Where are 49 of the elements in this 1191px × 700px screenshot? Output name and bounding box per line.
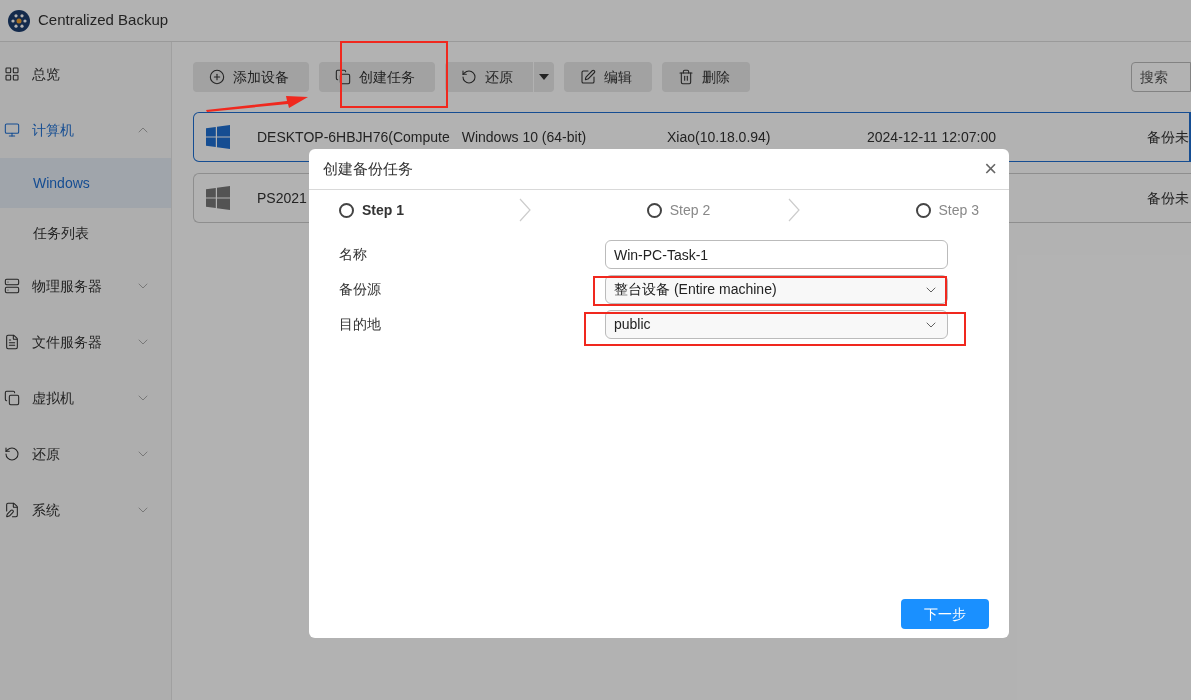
field-label: 名称 [339, 245, 368, 264]
logo-icon [8, 9, 30, 32]
trash-icon [678, 69, 694, 85]
plus-icon [209, 69, 225, 85]
name-field[interactable]: Win-PC-Task-1 [605, 240, 948, 269]
sidebar-item[interactable]: 系统 [0, 482, 171, 538]
step: Step 3 [915, 199, 979, 221]
device-name: PS2021 [257, 188, 308, 208]
sidebar-item[interactable]: 总览 [0, 46, 171, 102]
field-label: 备份源 [339, 280, 382, 299]
file-icon [4, 334, 20, 350]
step: Step 1 [339, 199, 404, 221]
sidebar-subitem[interactable]: 任务列表 [0, 208, 171, 258]
device-name: DESKTOP-6HBJH76(Compute Windows 10 (64-bit) [257, 127, 588, 147]
dropdown-button[interactable] [534, 62, 554, 92]
backup-status: 备份未 [1147, 188, 1189, 208]
toolbar-button[interactable]: 删除 [662, 62, 750, 92]
field-label: 目的地 [339, 315, 382, 334]
search-field[interactable]: 搜索 [1131, 62, 1191, 92]
sidebar-item[interactable]: 虚拟机 [0, 370, 171, 426]
device-user: Xiao(10.18.0.94) [667, 127, 772, 147]
select-field[interactable]: 整台设备 (Entire machine) [605, 275, 948, 304]
chevron-right-icon [788, 198, 801, 222]
sidebar-item[interactable]: 文件服务器 [0, 314, 171, 370]
sidebar-item[interactable]: 物理服务器 [0, 258, 171, 314]
toolbar-button[interactable]: 添加设备 [193, 62, 309, 92]
server-icon [4, 278, 20, 294]
select-field[interactable]: public [605, 310, 948, 339]
sidebar-item[interactable]: 计算机 [0, 102, 171, 158]
device-time: 2024-12-11 12:07:00 [867, 127, 997, 147]
app-title: Centralized Backup [38, 10, 169, 31]
chevron-right-icon [519, 198, 532, 222]
windows-logo-icon [206, 125, 230, 149]
edit-icon [580, 69, 596, 85]
copy-icon [335, 69, 351, 85]
toolbar-button[interactable]: 编辑 [564, 62, 652, 92]
document-icon [4, 502, 20, 518]
grid-icon [4, 66, 20, 82]
monitor-icon [4, 122, 20, 138]
restore-icon [4, 446, 20, 462]
copy-icon [4, 390, 20, 406]
toolbar-button[interactable]: 创建任务 [319, 62, 435, 92]
caret-down-icon [539, 74, 549, 80]
step: Step 2 [646, 199, 711, 221]
sidebar-item[interactable]: 还原 [0, 426, 171, 482]
backup-status: 备份未 [1147, 127, 1189, 147]
toolbar-button[interactable]: 还原 [445, 62, 533, 92]
restore-icon [461, 69, 477, 85]
windows-logo-icon [206, 186, 230, 210]
